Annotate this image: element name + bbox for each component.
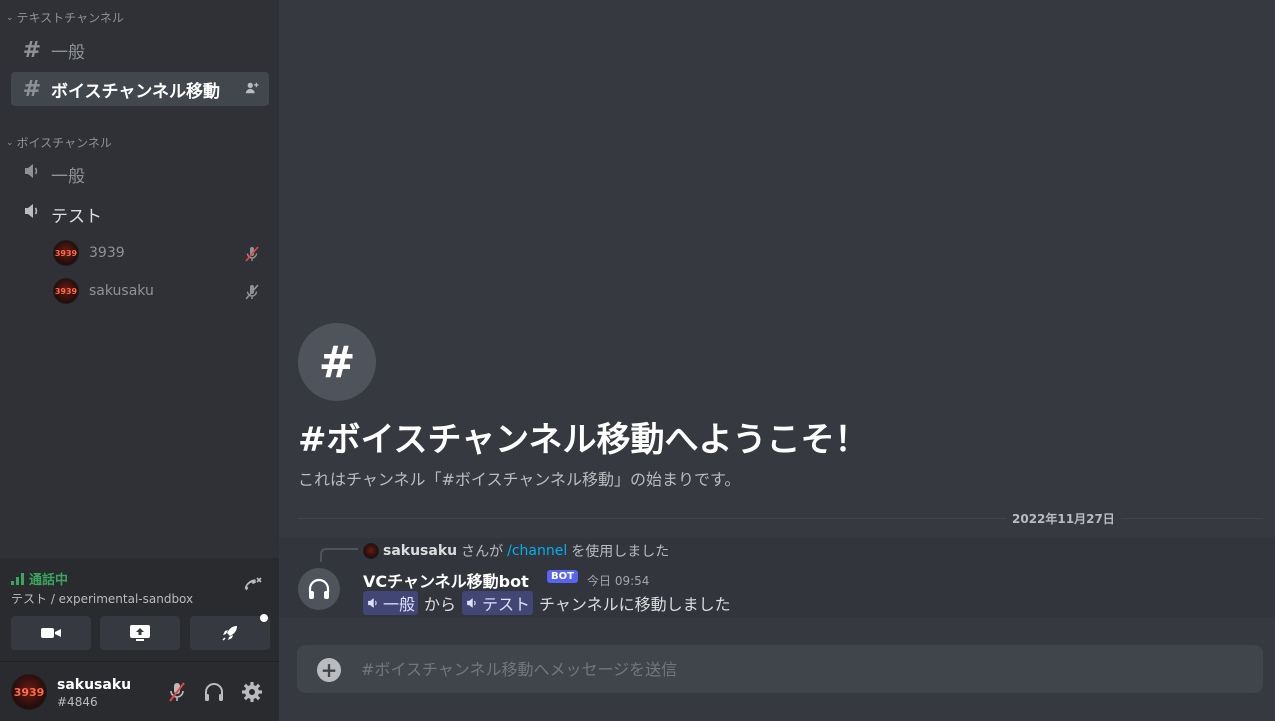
rocket-icon [222, 626, 237, 641]
reply-username[interactable]: sakusaku [383, 543, 457, 559]
mention-label: テスト [482, 595, 531, 614]
channel-hashtag-icon: # [298, 323, 376, 401]
channel-text-voice-move[interactable]: # ボイスチャンネル移動 [11, 72, 269, 106]
channel-label: 一般 [51, 166, 85, 187]
camera-button[interactable] [11, 616, 91, 650]
speaker-icon [21, 201, 43, 227]
mic-muted-icon[interactable] [165, 680, 189, 704]
reply-spine [320, 548, 358, 562]
gear-icon[interactable] [240, 680, 264, 704]
activity-button[interactable] [190, 614, 270, 650]
channel-voice-test[interactable]: テスト [11, 197, 269, 231]
headphones-icon[interactable] [202, 680, 226, 704]
notification-dot [260, 614, 268, 622]
bot-badge: BOT [547, 570, 578, 583]
channel-mention[interactable]: テスト [462, 591, 534, 615]
message-content: 一般 から テスト チャンネルに移動しました [363, 591, 731, 615]
voice-channel-info[interactable]: テスト / experimental-sandbox [11, 590, 193, 607]
disconnect-icon[interactable] [240, 574, 264, 598]
channel-label: ボイスチャンネル移動 [51, 81, 220, 102]
divider-line [1118, 518, 1263, 519]
channel-label: 一般 [51, 42, 85, 63]
avatar [363, 543, 379, 559]
category-label: テキストチャンネル [16, 11, 124, 25]
channel-label: テスト [51, 206, 102, 227]
hashtag-icon: # [22, 37, 42, 63]
screen-share-button[interactable] [100, 616, 180, 650]
date-divider-label: 2022年11月27日 [1006, 510, 1121, 527]
message-author[interactable]: VCチャンネル移動bot [363, 568, 529, 592]
category-text-channels[interactable]: ⌄ テキストチャンネル [6, 9, 124, 26]
message-text: から [424, 595, 457, 614]
command-link[interactable]: /channel [507, 543, 567, 559]
upload-plus-button[interactable]: + [317, 658, 341, 682]
category-voice-channels[interactable]: ⌄ ボイスチャンネル [6, 134, 112, 151]
channel-mention[interactable]: 一般 [363, 591, 419, 615]
welcome-title: #ボイスチャンネル移動へようこそ！ [298, 420, 869, 460]
channel-text-general[interactable]: # 一般 [11, 33, 269, 67]
slash-command-reply[interactable]: sakusaku さんが /channel を使用しました [363, 541, 669, 561]
mic-muted-icon [245, 284, 259, 300]
mention-label: 一般 [383, 595, 416, 614]
mic-muted-icon [245, 246, 259, 262]
speaker-icon [21, 161, 43, 187]
add-member-icon[interactable] [245, 81, 259, 98]
user-panel: 3939 sakusaku #4846 [0, 662, 279, 721]
chevron-down-icon: ⌄ [6, 137, 14, 148]
channel-voice-general[interactable]: 一般 [11, 157, 269, 191]
message-input[interactable] [361, 657, 1241, 681]
hashtag-icon: # [22, 76, 42, 102]
avatar: 3939 [53, 240, 79, 266]
headphones-icon [308, 578, 330, 599]
chevron-down-icon: ⌄ [6, 12, 14, 23]
avatar[interactable]: 3939 [11, 674, 47, 710]
username[interactable]: sakusaku [57, 677, 131, 693]
voice-status-label: 通話中 [29, 573, 69, 588]
category-label: ボイスチャンネル [16, 136, 112, 150]
reply-text: を使用しました [571, 544, 670, 560]
message-text: チャンネルに移動しました [539, 595, 731, 614]
signal-icon [11, 572, 24, 585]
message-composer: + [297, 645, 1263, 693]
message-timestamp: 今日 09:54 [587, 574, 650, 588]
voice-status[interactable]: 通話中 [11, 569, 68, 588]
channel-sidebar: ⌄ テキストチャンネル # 一般 # ボイスチャンネル移動 ⌄ ボイスチャンネル… [0, 0, 279, 721]
camera-icon [41, 628, 61, 638]
reply-text: さんが [461, 544, 504, 560]
voice-user-sakusaku[interactable]: 3939 sakusaku [53, 278, 154, 304]
screen-share-icon [130, 625, 150, 641]
user-tag: #4846 [57, 695, 98, 709]
voice-user-3939[interactable]: 3939 3939 [53, 240, 125, 266]
speaker-icon [467, 598, 476, 608]
avatar[interactable] [298, 568, 340, 610]
avatar: 3939 [53, 278, 79, 304]
discord-window: ⌄ テキストチャンネル # 一般 # ボイスチャンネル移動 ⌄ ボイスチャンネル… [0, 0, 1275, 721]
voice-user-name: sakusaku [89, 283, 154, 299]
voice-connection-panel: 通話中 テスト / experimental-sandbox [0, 558, 279, 662]
divider-line [298, 518, 1006, 519]
welcome-description: これはチャンネル「#ボイスチャンネル移動」の始まりです。 [298, 470, 741, 489]
voice-user-name: 3939 [89, 245, 125, 261]
speaker-icon [368, 598, 377, 608]
